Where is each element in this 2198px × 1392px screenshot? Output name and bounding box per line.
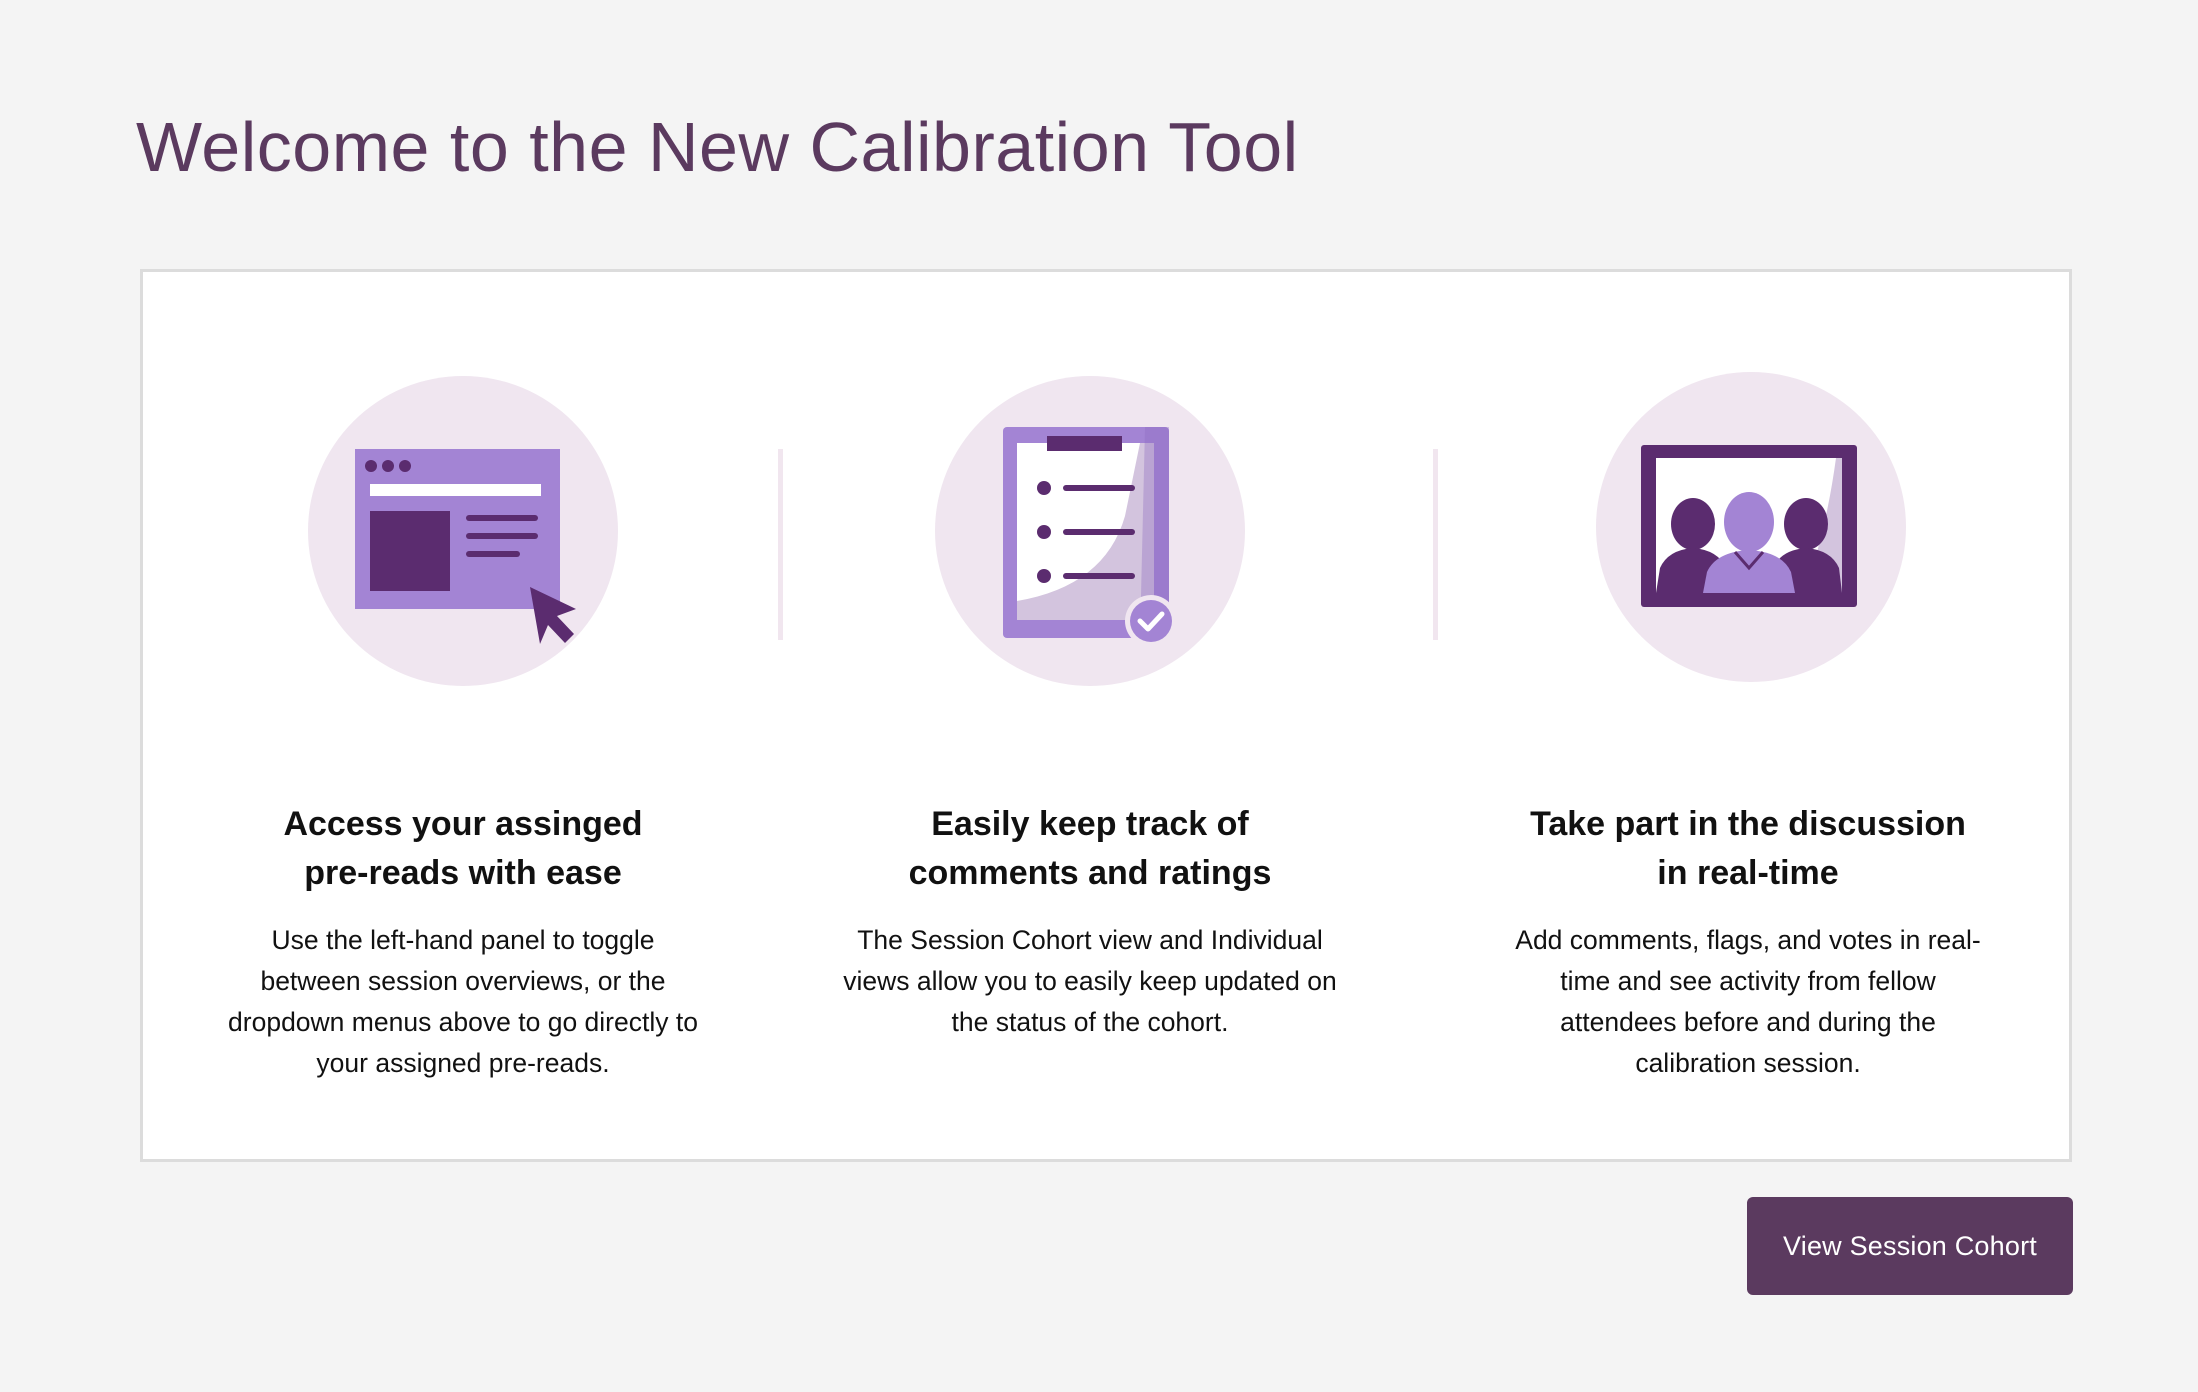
feature-heading: Easily keep track of comments and rating…: [908, 805, 1272, 892]
page-title: Welcome to the New Calibration Tool: [136, 108, 1299, 186]
view-session-cohort-button[interactable]: View Session Cohort: [1747, 1197, 2073, 1295]
group-video-screen-icon: [1596, 372, 1906, 682]
feature-heading: Access your assinged pre-reads with ease: [283, 805, 643, 892]
clipboard-checklist-icon: [935, 376, 1245, 686]
feature-heading: Take part in the discussion in real-time: [1530, 805, 1966, 892]
feature-description: Use the left-hand panel to toggle betwee…: [228, 925, 698, 1078]
feature-description: The Session Cohort view and Individual v…: [843, 925, 1337, 1037]
browser-window-cursor-icon: [308, 376, 618, 686]
feature-divider: [1433, 449, 1438, 640]
feature-description: Add comments, flags, and votes in real- …: [1515, 925, 1981, 1078]
welcome-card: Access your assinged pre-reads with ease…: [140, 269, 2072, 1162]
feature-divider: [778, 449, 783, 640]
